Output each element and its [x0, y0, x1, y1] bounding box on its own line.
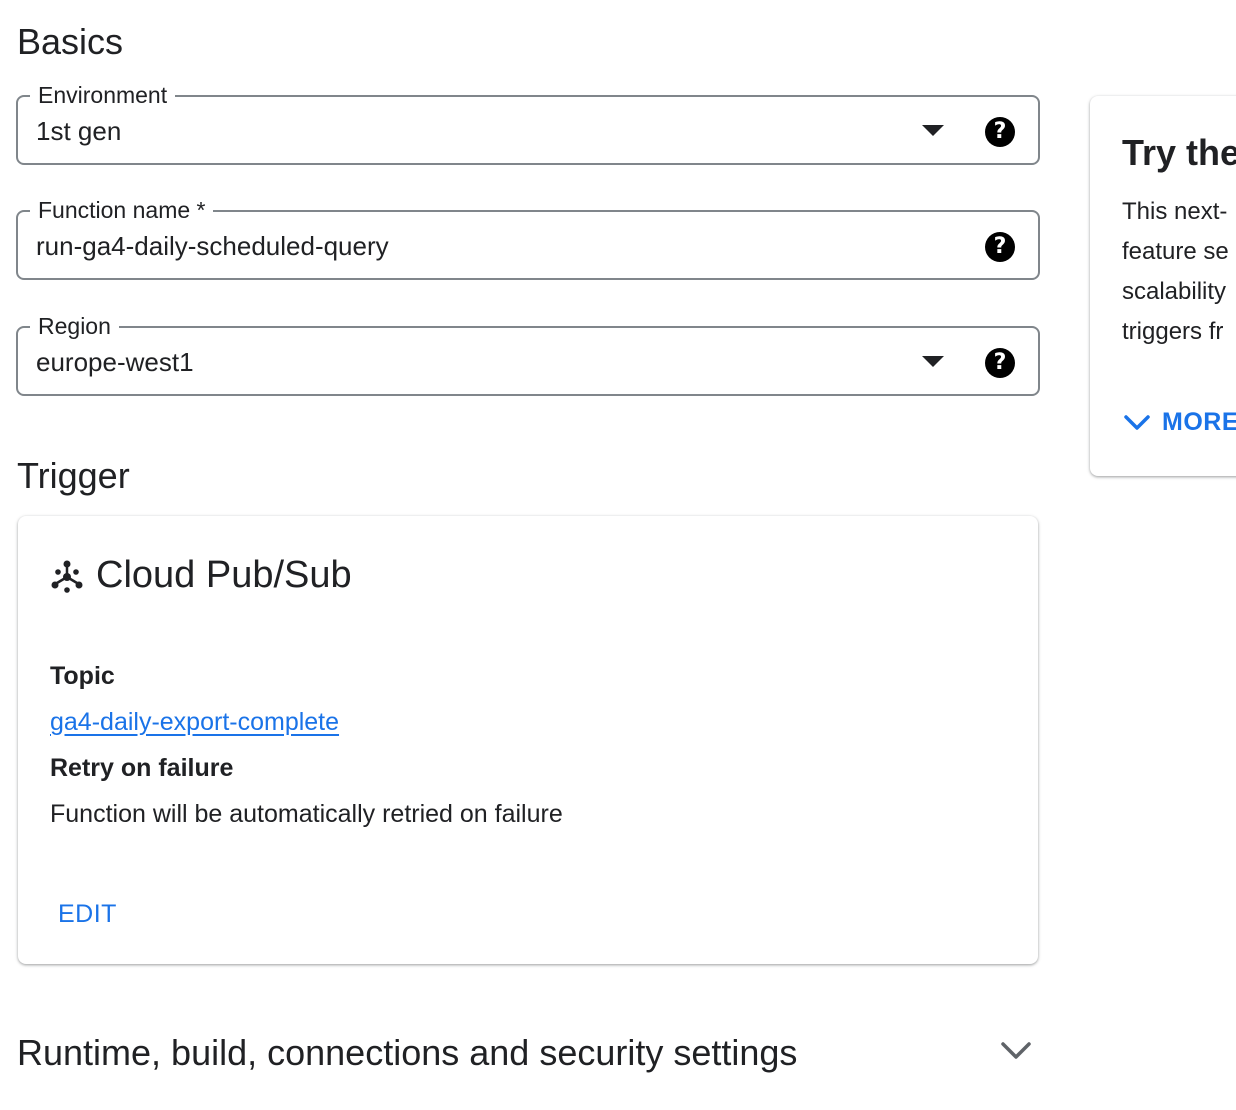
retry-value: Function will be automatically retried o…	[50, 800, 563, 828]
function-name-value[interactable]: run-ga4-daily-scheduled-query	[36, 230, 389, 262]
help-circle-icon[interactable]: ?	[985, 348, 1015, 378]
chevron-down-icon	[1124, 414, 1150, 430]
trigger-header: Cloud Pub/Sub	[50, 554, 352, 597]
arrow-drop-down-icon[interactable]	[922, 125, 944, 136]
retry-label: Retry on failure	[50, 754, 234, 782]
arrow-drop-down-icon[interactable]	[922, 356, 944, 367]
function-name-field[interactable]: Function name * run-ga4-daily-scheduled-…	[16, 196, 1040, 280]
promo-title: Try the	[1122, 132, 1236, 173]
help-circle-icon[interactable]: ?	[985, 117, 1015, 147]
function-name-label: Function name *	[30, 196, 214, 224]
pubsub-icon	[51, 560, 83, 593]
region-label: Region	[30, 312, 119, 340]
environment-value: 1st gen	[36, 116, 122, 146]
edit-trigger-button[interactable]: EDIT	[46, 896, 129, 933]
environment-select[interactable]: Environment 1st gen ?	[16, 81, 1040, 165]
promo-line: feature se	[1122, 238, 1229, 265]
trigger-heading: Trigger	[17, 455, 130, 496]
help-circle-icon[interactable]: ?	[985, 232, 1015, 262]
basics-heading: Basics	[17, 21, 124, 62]
promo-line: triggers fr	[1122, 318, 1224, 345]
topic-link[interactable]: ga4-daily-export-complete	[50, 708, 339, 737]
environment-label: Environment	[30, 81, 176, 109]
trigger-type-title: Cloud Pub/Sub	[96, 554, 352, 596]
runtime-settings-title: Runtime, build, connections and security…	[17, 1032, 798, 1073]
expand-more-icon[interactable]	[1000, 1040, 1032, 1062]
promo-card: Try the This next- feature se scalabilit…	[1090, 96, 1236, 476]
region-select[interactable]: Region europe-west1 ?	[16, 312, 1040, 396]
trigger-card: Cloud Pub/Sub Topic ga4-daily-export-com…	[18, 516, 1038, 964]
more-label: MORE	[1162, 408, 1236, 436]
runtime-settings-expander[interactable]: Runtime, build, connections and security…	[16, 1026, 1040, 1078]
promo-line: This next-	[1122, 198, 1228, 225]
promo-line: scalability	[1122, 278, 1227, 305]
topic-label: Topic	[50, 662, 115, 690]
region-value: europe-west1	[36, 347, 194, 377]
more-button[interactable]: MORE	[1124, 408, 1236, 437]
